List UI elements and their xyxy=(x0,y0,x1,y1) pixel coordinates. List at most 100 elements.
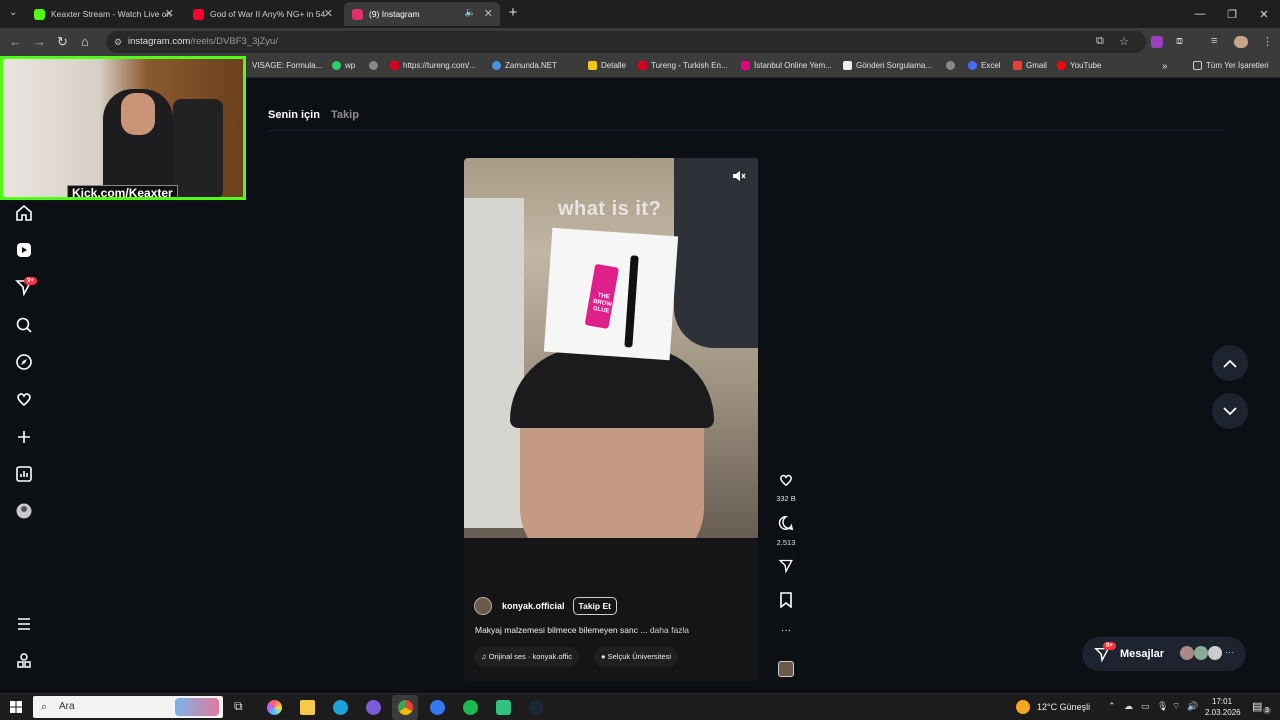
app-icon[interactable] xyxy=(430,700,445,715)
dashboard-icon[interactable] xyxy=(15,465,33,483)
tab-for-you[interactable]: Senin için xyxy=(268,109,320,121)
threads-icon[interactable] xyxy=(15,652,33,670)
bookmark-item[interactable]: https://tureng.com/... xyxy=(390,61,476,70)
app-icon[interactable] xyxy=(496,700,511,715)
follow-button[interactable]: Takip Et xyxy=(572,597,617,615)
kick-icon xyxy=(34,8,45,20)
messages-button[interactable]: 9+ Mesajlar ··· xyxy=(1082,637,1246,671)
comment-button[interactable]: 2.513 xyxy=(774,515,798,547)
mute-icon[interactable] xyxy=(732,170,746,182)
tray-chevron-icon[interactable]: ⌃ xyxy=(1108,701,1116,712)
file-explorer-icon[interactable] xyxy=(300,700,315,715)
weather-icon[interactable] xyxy=(1016,700,1030,714)
steam-icon[interactable] xyxy=(529,700,544,715)
copilot-icon[interactable] xyxy=(267,700,282,715)
bookmark-item[interactable]: Gönderi Sorgulama... xyxy=(843,61,932,70)
wifi-icon[interactable]: ⌔ xyxy=(1172,701,1180,712)
next-reel-button[interactable] xyxy=(1212,393,1248,429)
home-icon[interactable] xyxy=(15,204,33,222)
tab-kick[interactable]: Keaxter Stream - Watch Live on ✕ xyxy=(26,2,181,26)
bookmark-item[interactable]: VISAGE: Formula... xyxy=(252,61,322,70)
edge-icon[interactable] xyxy=(333,700,348,715)
bookmark-item[interactable]: İstanbul Online Yem... xyxy=(741,61,832,70)
reel-caption[interactable]: Makyaj malzemesi bilmece bilemeyen sanc … xyxy=(475,625,689,635)
reading-list-icon[interactable]: ≡ xyxy=(1211,35,1217,47)
display-icon[interactable]: ▭ xyxy=(1141,701,1150,712)
network-icon[interactable]: ☁ xyxy=(1124,701,1133,712)
extension-icon[interactable] xyxy=(1151,36,1163,48)
save-button[interactable] xyxy=(774,592,798,613)
caption-more-link[interactable]: daha fazla xyxy=(650,625,689,635)
bookmark-item[interactable]: Excel xyxy=(968,61,1001,70)
previous-reel-button[interactable] xyxy=(1212,345,1248,381)
reels-icon[interactable] xyxy=(15,241,33,259)
location-pill[interactable]: ● Selçuk Üniversitesi xyxy=(594,647,678,667)
microphone-icon[interactable]: 🎙 xyxy=(1157,701,1168,712)
reel-video[interactable]: what is it? THE BROW GLUE konyak.officia… xyxy=(464,158,758,681)
search-placeholder: Ara xyxy=(59,701,75,712)
search-icon[interactable] xyxy=(15,316,33,334)
task-view-icon[interactable]: ⧉ xyxy=(234,699,243,714)
home-button-icon[interactable]: ⌂ xyxy=(81,34,89,49)
back-icon[interactable]: ← xyxy=(9,34,22,49)
author-username[interactable]: konyak.official xyxy=(502,601,565,611)
install-icon[interactable]: ⧉ xyxy=(1096,35,1104,48)
new-tab-button[interactable]: + xyxy=(504,4,522,22)
notification-icon[interactable]: ▤ xyxy=(1252,700,1262,713)
close-icon[interactable]: ✕ xyxy=(165,7,174,20)
tureng-icon xyxy=(390,61,399,70)
close-icon[interactable]: ✕ xyxy=(324,7,333,20)
audio-pill[interactable]: ♫ Orijinal ses · konyak.offic xyxy=(474,647,579,667)
more-bookmarks-button[interactable]: » xyxy=(1162,61,1168,72)
reload-icon[interactable]: ↻ xyxy=(57,34,68,50)
all-bookmarks-button[interactable]: Tüm Yer İşaretleri xyxy=(1193,61,1269,70)
heart-icon[interactable] xyxy=(15,390,33,408)
bookmark-item[interactable] xyxy=(946,61,959,70)
create-icon[interactable] xyxy=(15,428,33,446)
bookmark-item[interactable]: Detalle xyxy=(588,61,626,70)
tab-youtube[interactable]: God of War II Any% NG+ in 54 ✕ xyxy=(185,2,340,26)
address-bar[interactable]: ⚙ instagram.com/reels/DVBF3_3jZyu/ xyxy=(106,31,1146,53)
more-options-button[interactable]: ··· xyxy=(774,625,798,636)
like-button[interactable]: 332 B xyxy=(774,472,798,503)
forward-icon[interactable]: → xyxy=(33,34,46,49)
puzzle-icon[interactable]: ⧈ xyxy=(1176,35,1183,48)
bookmark-item[interactable]: Tureng - Turkish En... xyxy=(638,61,728,70)
bookmark-item[interactable] xyxy=(369,61,382,70)
explore-icon[interactable] xyxy=(15,353,33,371)
menu-icon[interactable] xyxy=(15,615,33,633)
chrome-icon[interactable] xyxy=(398,700,413,715)
audio-thumbnail[interactable] xyxy=(774,661,798,677)
taskbar-search[interactable]: ⌕ Ara xyxy=(33,696,223,718)
clock-time[interactable]: 17:01 xyxy=(1212,697,1232,706)
bookmark-item[interactable]: wp xyxy=(332,61,355,70)
speaker-icon[interactable]: 🔈 xyxy=(465,7,476,18)
tab-instagram[interactable]: (9) Instagram 🔈 ✕ xyxy=(344,2,500,26)
minimize-button[interactable]: — xyxy=(1184,0,1216,28)
clock-date[interactable]: 2.03.2026 xyxy=(1205,708,1241,717)
ptt-icon xyxy=(843,61,852,70)
close-icon[interactable]: ✕ xyxy=(484,7,493,20)
site-info-icon[interactable]: ⚙ xyxy=(114,31,122,53)
profile-avatar[interactable] xyxy=(1234,36,1248,48)
spotify-icon[interactable] xyxy=(463,700,478,715)
discord-icon[interactable] xyxy=(366,700,381,715)
tab-following[interactable]: Takip xyxy=(331,109,359,121)
bookmark-item[interactable]: Gmail xyxy=(1013,61,1047,70)
kebab-menu-icon[interactable]: ⋮ xyxy=(1262,35,1273,48)
bookmark-item[interactable]: YouTube xyxy=(1057,61,1101,70)
close-window-button[interactable]: ✕ xyxy=(1248,0,1280,28)
yemeksepeti-icon xyxy=(741,61,750,70)
audio-cover-icon xyxy=(778,661,794,677)
author-avatar[interactable] xyxy=(474,597,492,615)
bookmark-item[interactable]: Zamunda.NET xyxy=(492,61,557,70)
share-button[interactable] xyxy=(774,558,798,578)
profile-icon[interactable] xyxy=(15,502,33,520)
tab-search-icon[interactable]: ⌄ xyxy=(9,7,17,18)
maximize-button[interactable]: ❐ xyxy=(1216,0,1248,28)
windows-start-icon[interactable] xyxy=(10,701,22,713)
volume-icon[interactable]: 🔊 xyxy=(1187,701,1198,712)
star-icon[interactable]: ☆ xyxy=(1119,35,1129,48)
weather-text[interactable]: 12°C Güneşli xyxy=(1037,702,1090,712)
heart-icon xyxy=(780,474,792,487)
